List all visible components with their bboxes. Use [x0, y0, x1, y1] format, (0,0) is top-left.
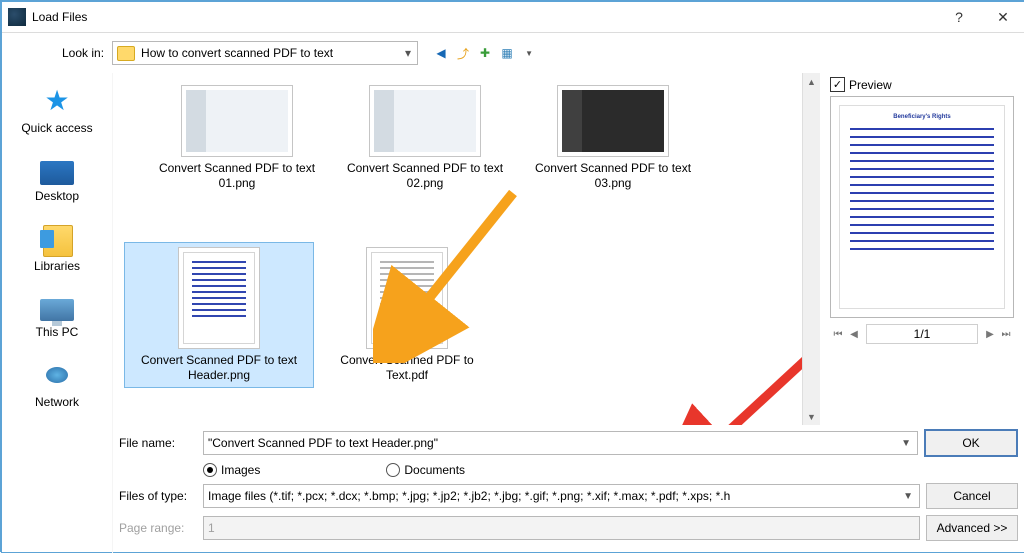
sidebar-libraries[interactable]: Libraries — [8, 221, 106, 277]
sidebar-quick-access[interactable]: Quick access — [8, 83, 106, 139]
advanced-button[interactable]: Advanced >> — [926, 515, 1018, 541]
window-title: Load Files — [32, 10, 944, 24]
radio-off-icon — [386, 463, 400, 477]
pdf-badge-icon — [419, 322, 441, 344]
checkbox-icon: ✓ — [830, 77, 845, 92]
page-indicator: 1/1 — [866, 324, 978, 344]
prev-page-icon[interactable]: ◀ — [846, 326, 862, 342]
network-icon — [40, 361, 74, 391]
page-range-field: 1 — [203, 516, 920, 540]
file-item[interactable]: Convert Scanned PDF to text 02.png — [331, 81, 519, 195]
preview-label: Preview — [849, 78, 892, 92]
folder-icon — [117, 46, 135, 61]
app-icon — [8, 8, 26, 26]
preview-image: Beneficiary's Rights — [830, 96, 1014, 318]
preview-page-nav: ⏮ ◀ 1/1 ▶ ⏭ — [830, 324, 1014, 344]
lookin-value: How to convert scanned PDF to text — [141, 46, 399, 60]
main-panel: Convert Scanned PDF to text 01.png Conve… — [113, 73, 1024, 553]
radio-on-icon — [203, 463, 217, 477]
bottom-form: File name: "Convert Scanned PDF to text … — [113, 425, 1024, 553]
file-label: Convert Scanned PDF to text 03.png — [528, 161, 698, 191]
lookin-toolbar: Look in: How to convert scanned PDF to t… — [2, 33, 1024, 73]
quick-access-icon — [40, 87, 74, 117]
views-dropdown-icon[interactable]: ▼ — [520, 44, 538, 62]
last-page-icon[interactable]: ⏭ — [998, 326, 1014, 342]
sidebar-desktop[interactable]: Desktop — [8, 153, 106, 207]
window-controls: ? ✕ — [944, 5, 1018, 29]
vertical-scrollbar[interactable]: ▲ ▼ — [802, 73, 820, 425]
desktop-icon — [40, 161, 74, 185]
cancel-button[interactable]: Cancel — [926, 483, 1018, 509]
ok-button[interactable]: OK — [924, 429, 1018, 457]
preview-pane: ✓ Preview Beneficiary's Rights — [820, 73, 1024, 425]
file-label: Convert Scanned PDF to text Header.png — [134, 353, 304, 383]
file-label: Convert Scanned PDF to text 02.png — [340, 161, 510, 191]
up-folder-icon[interactable]: ⤴ — [454, 44, 472, 62]
file-thumbnail — [557, 85, 669, 157]
chevron-down-icon[interactable]: ▼ — [899, 438, 913, 449]
documents-radio[interactable]: Documents — [386, 463, 465, 477]
scroll-track[interactable] — [803, 90, 820, 408]
scroll-down-icon[interactable]: ▼ — [803, 408, 820, 425]
file-type-radios: Images Documents — [203, 463, 1018, 477]
scroll-up-icon[interactable]: ▲ — [803, 73, 820, 90]
sidebar-this-pc[interactable]: This PC — [8, 291, 106, 343]
images-radio[interactable]: Images — [203, 463, 260, 477]
file-list-pane[interactable]: Convert Scanned PDF to text 01.png Conve… — [113, 73, 802, 425]
file-label: Convert Scanned PDF to text 01.png — [152, 161, 322, 191]
file-thumbnail — [178, 247, 260, 349]
this-pc-icon — [40, 299, 74, 321]
next-page-icon[interactable]: ▶ — [982, 326, 998, 342]
file-thumbnail — [369, 85, 481, 157]
file-item-selected[interactable]: Convert Scanned PDF to text Header.png — [125, 243, 313, 387]
chevron-down-icon[interactable]: ▼ — [901, 491, 915, 502]
preview-checkbox[interactable]: ✓ Preview — [830, 77, 1014, 92]
chevron-down-icon[interactable]: ▾ — [399, 42, 417, 64]
content-area: Quick access Desktop Libraries This PC N… — [2, 73, 1024, 553]
file-name-label: File name: — [119, 436, 197, 450]
file-item[interactable]: Convert Scanned PDF to text 03.png — [519, 81, 707, 195]
documents-radio-label: Documents — [404, 463, 465, 477]
file-item[interactable]: Convert Scanned PDF to text 01.png — [143, 81, 331, 195]
file-name-field[interactable]: "Convert Scanned PDF to text Header.png"… — [203, 431, 918, 455]
files-of-type-combo[interactable]: Image files (*.tif; *.pcx; *.dcx; *.bmp;… — [203, 484, 920, 508]
files-of-type-value: Image files (*.tif; *.pcx; *.dcx; *.bmp;… — [208, 489, 901, 503]
sidebar-network[interactable]: Network — [8, 357, 106, 413]
files-of-type-label: Files of type: — [119, 489, 197, 503]
sidebar-item-label: Desktop — [35, 189, 79, 203]
views-icon[interactable]: ▦ — [498, 44, 516, 62]
file-name-value: "Convert Scanned PDF to text Header.png" — [208, 436, 899, 450]
titlebar: Load Files ? ✕ — [2, 2, 1024, 33]
sidebar-item-label: This PC — [36, 325, 79, 339]
lookin-combo[interactable]: How to convert scanned PDF to text ▾ — [112, 41, 418, 65]
page-range-label: Page range: — [119, 521, 197, 535]
file-item[interactable]: Convert Scanned PDF to Text.pdf — [313, 243, 501, 387]
images-radio-label: Images — [221, 463, 260, 477]
libraries-icon — [40, 225, 74, 255]
toolbar-icons: ◀ ⤴ ✚ ▦ ▼ — [432, 44, 538, 62]
file-label: Convert Scanned PDF to Text.pdf — [322, 353, 492, 383]
file-thumbnail — [366, 247, 448, 349]
page-range-value: 1 — [208, 521, 915, 535]
sidebar-item-label: Libraries — [34, 259, 80, 273]
places-sidebar: Quick access Desktop Libraries This PC N… — [2, 73, 113, 553]
new-folder-icon[interactable]: ✚ — [476, 44, 494, 62]
back-icon[interactable]: ◀ — [432, 44, 450, 62]
file-thumbnail — [181, 85, 293, 157]
lookin-label: Look in: — [62, 46, 104, 60]
close-button[interactable]: ✕ — [988, 5, 1018, 29]
sidebar-item-label: Network — [35, 395, 79, 409]
sidebar-item-label: Quick access — [21, 121, 92, 135]
first-page-icon[interactable]: ⏮ — [830, 326, 846, 342]
help-button[interactable]: ? — [944, 5, 974, 29]
